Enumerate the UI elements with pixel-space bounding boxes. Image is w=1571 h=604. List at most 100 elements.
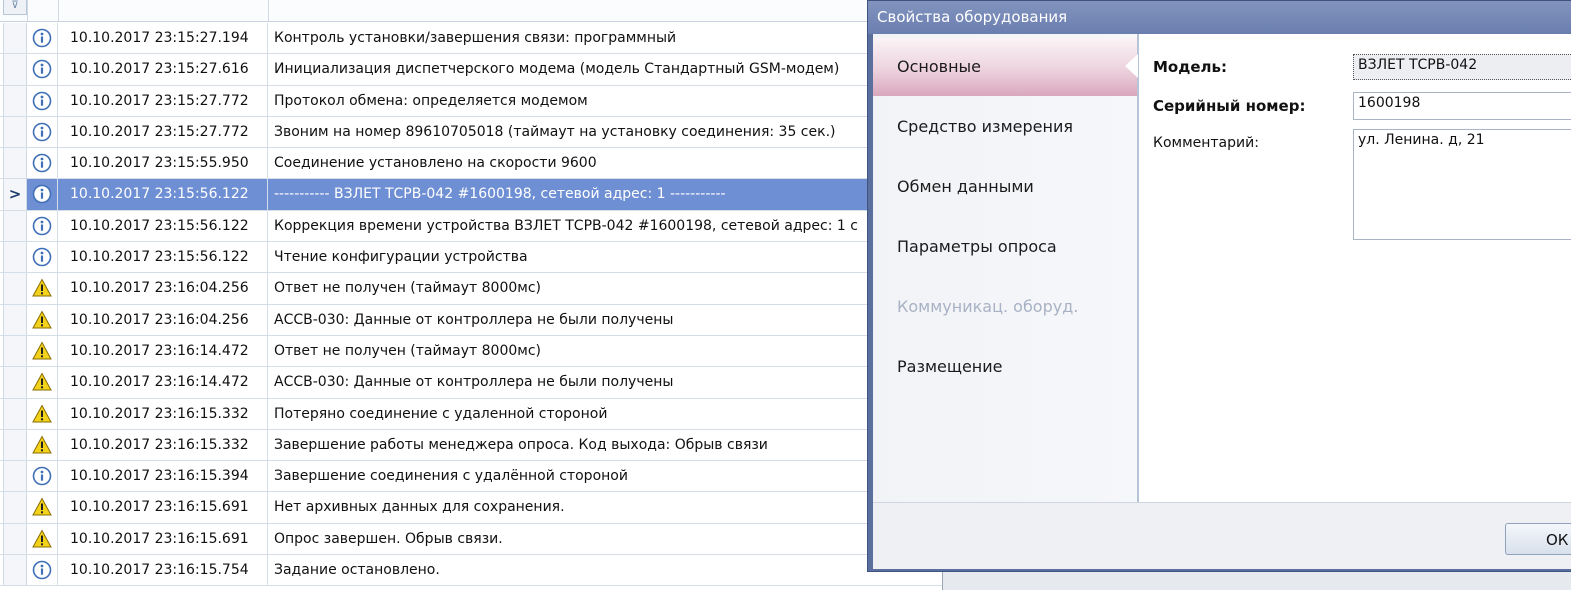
row-indicator[interactable] [3, 461, 27, 492]
event-type-cell [27, 210, 58, 242]
warning-icon [32, 497, 52, 516]
row-indicator[interactable] [3, 23, 27, 54]
row-timestamp: 10.10.2017 23:16:04.256 [58, 273, 268, 304]
row-indicator[interactable] [3, 429, 27, 461]
nav-item[interactable]: Обмен данными [873, 158, 1137, 216]
table-row[interactable]: 10.10.2017 23:16:15.394 Завершение соедин… [0, 461, 945, 493]
row-timestamp: 10.10.2017 23:16:15.754 [58, 555, 268, 586]
info-icon [32, 185, 52, 204]
table-row[interactable]: 10.10.2017 23:15:56.122 Коррекция времени… [0, 210, 945, 243]
column-separator [58, 0, 59, 21]
model-field[interactable]: ВЗЛЕТ ТСРВ-042 [1353, 54, 1571, 80]
row-indicator[interactable] [3, 85, 27, 116]
row-indicator[interactable] [3, 523, 27, 555]
table-row[interactable]: 10.10.2017 23:16:15.754 Задание остановле… [0, 555, 945, 587]
warning-icon [32, 404, 52, 423]
row-timestamp: 10.10.2017 23:15:56.122 [58, 210, 268, 242]
table-row[interactable]: 10.10.2017 23:15:27.772 Протокол обмена: … [0, 85, 945, 117]
row-indicator-icon[interactable]: > [3, 179, 27, 210]
row-timestamp: 10.10.2017 23:16:15.332 [58, 398, 268, 429]
row-indicator[interactable] [3, 116, 27, 148]
warning-icon [32, 310, 52, 329]
table-row[interactable]: 10.10.2017 23:15:27.194 Контроль установк… [0, 23, 945, 55]
table-row[interactable]: 10.10.2017 23:15:56.122 Чтение конфигурац… [0, 242, 945, 274]
event-type-cell [27, 461, 58, 492]
row-message: ----------- ВЗЛЕТ ТСРВ-042 #1600198, сет… [268, 179, 945, 210]
row-indicator[interactable] [3, 148, 27, 179]
row-timestamp: 10.10.2017 23:15:27.194 [58, 23, 268, 54]
table-row[interactable]: 10.10.2017 23:16:04.256 Ответ не получен … [0, 273, 945, 305]
row-timestamp: 10.10.2017 23:15:56.122 [58, 179, 268, 210]
table-row[interactable]: 10.10.2017 23:15:27.772 Звоним на номер 8… [0, 116, 945, 149]
event-type-cell [27, 54, 58, 85]
row-timestamp: 10.10.2017 23:15:56.122 [58, 242, 268, 273]
table-row[interactable]: 10.10.2017 23:16:15.691 Нет архивных данн… [0, 492, 945, 524]
table-row[interactable]: 10.10.2017 23:16:14.472 Ответ не получен … [0, 335, 945, 368]
row-message: Ответ не получен (таймаут 8000мс) [274, 280, 541, 297]
row-message: Опрос завершен. Обрыв связи. [274, 530, 503, 547]
row-message: АССВ-030: Данные от контроллера не были … [274, 374, 674, 391]
nav-item[interactable]: Средство измерения [873, 98, 1137, 156]
equipment-properties-dialog: Свойства оборудования Размещение Коммуник… [867, 0, 1571, 572]
row-indicator[interactable] [3, 304, 27, 335]
row-indicator[interactable] [3, 492, 27, 523]
nav-panel: Размещение Коммуникац. оборуд. Параметры о… [873, 34, 1139, 502]
row-message: Соединение установлено на скорости 9600 [274, 155, 597, 172]
model-label: Модель: [1153, 58, 1227, 76]
serial-label: Серийный номер: [1153, 97, 1306, 115]
row-indicator[interactable] [3, 54, 27, 85]
info-icon [32, 59, 52, 79]
info-icon [32, 466, 52, 486]
warning-icon [32, 372, 52, 391]
dialog-footer: ОК [873, 502, 1571, 569]
row-message: Завершение соединения с удалённой сторон… [274, 468, 628, 485]
table-row[interactable]: 10.10.2017 23:16:04.256 АССВ-030: Данные … [0, 304, 945, 336]
row-timestamp: 10.10.2017 23:16:14.472 [58, 335, 268, 367]
comment-label: Комментарий: [1153, 135, 1259, 151]
row-indicator[interactable] [3, 210, 27, 242]
table-row[interactable]: 10.10.2017 23:16:15.332 Завершение работы… [0, 429, 945, 462]
event-type-cell [27, 242, 58, 273]
table-row[interactable]: 10.10.2017 23:16:14.472 АССВ-030: Данные … [0, 367, 945, 399]
serial-field[interactable]: 1600198 [1353, 92, 1571, 120]
ok-button[interactable]: ОК [1505, 523, 1571, 555]
row-message: Чтение конфигурации устройства [274, 249, 528, 266]
row-timestamp: 10.10.2017 23:16:14.472 [58, 367, 268, 398]
row-indicator[interactable] [3, 242, 27, 273]
log-rows: 10.10.2017 23:15:27.194 Контроль установк… [0, 23, 945, 587]
table-row[interactable]: >10.10.2017 23:15:56.122 ----------- ВЗЛЕ… [0, 179, 945, 211]
row-indicator[interactable] [3, 398, 27, 429]
dialog-content: Модель: ВЗЛЕТ ТСРВ-042 Серийный номер: 1… [1139, 34, 1571, 502]
row-indicator[interactable] [3, 555, 27, 586]
row-message: Контроль установки/завершения связи: про… [274, 30, 677, 46]
nav-item[interactable]: Размещение [873, 338, 1137, 396]
event-type-cell [27, 555, 58, 586]
table-row[interactable]: 10.10.2017 23:16:15.691 Опрос завершен. О… [0, 523, 945, 556]
row-timestamp: 10.10.2017 23:16:15.332 [58, 429, 268, 461]
row-timestamp: 10.10.2017 23:15:27.616 [58, 54, 268, 85]
row-message: Инициализация диспетчерского модема (мод… [274, 61, 840, 78]
dialog-titlebar[interactable]: Свойства оборудования [868, 1, 1571, 34]
warning-icon [32, 529, 52, 548]
warning-icon [32, 341, 52, 360]
table-row[interactable]: 10.10.2017 23:15:55.950 Соединение устано… [0, 148, 945, 180]
row-message: Ответ не получен (таймаут 8000мс) [274, 342, 541, 359]
active-pointer [1125, 54, 1138, 78]
table-row[interactable]: 10.10.2017 23:15:27.616 Инициализация дис… [0, 54, 945, 86]
event-type-cell [27, 304, 58, 335]
info-icon [32, 28, 52, 48]
nav-item[interactable]: Параметры опроса [873, 218, 1137, 276]
comment-field[interactable]: ул. Ленина. д, 21 [1353, 129, 1571, 240]
table-row[interactable]: 10.10.2017 23:16:15.332 Потеряно соединен… [0, 398, 945, 430]
row-message: Звоним на номер 89610705018 (таймаут на … [274, 123, 836, 140]
info-icon [32, 91, 52, 110]
row-indicator[interactable] [3, 335, 27, 367]
row-indicator[interactable] [3, 367, 27, 398]
info-icon [32, 122, 52, 142]
filter-icon[interactable]: ⊽ [3, 0, 27, 15]
event-type-cell [27, 23, 58, 54]
row-indicator[interactable] [3, 273, 27, 304]
background-window-edge [942, 572, 1571, 590]
nav-item[interactable]: Основные [873, 38, 1137, 96]
event-type-cell [27, 148, 58, 179]
